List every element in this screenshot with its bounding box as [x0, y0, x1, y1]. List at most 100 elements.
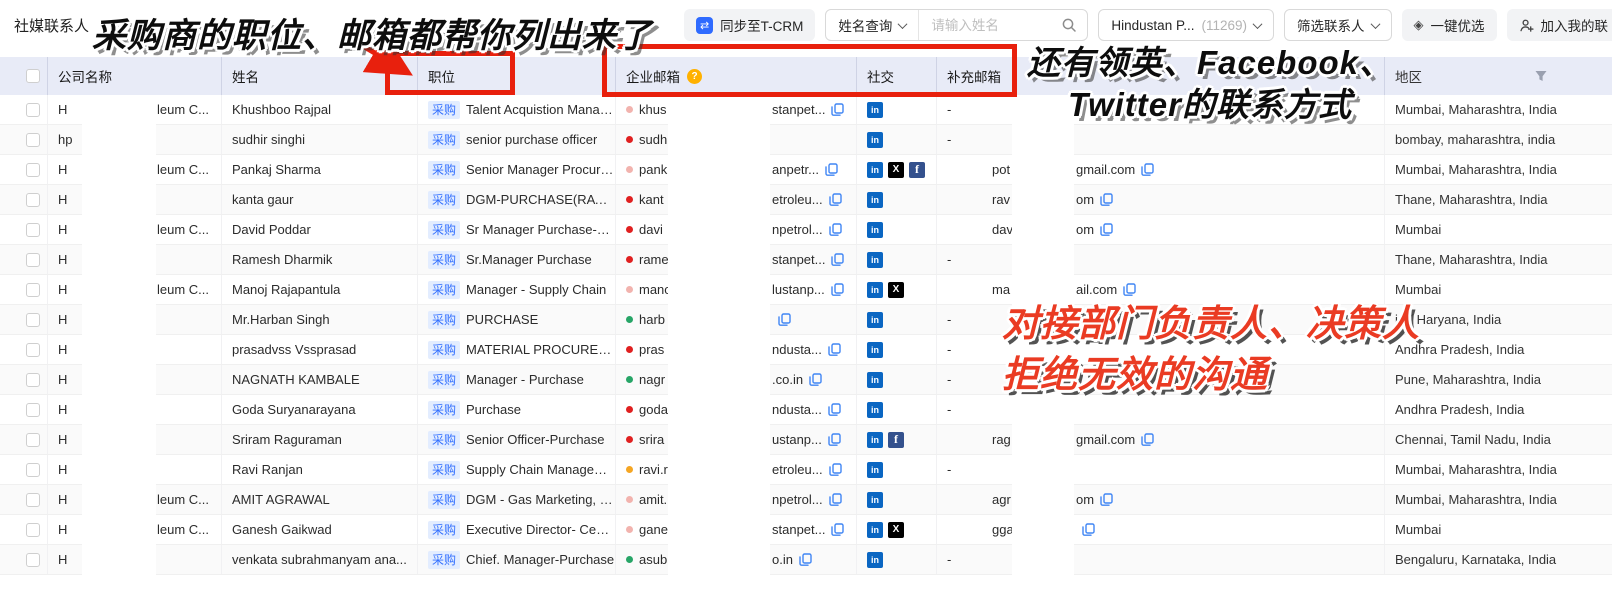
contact-name[interactable]: venkata subrahmanyam ana...: [222, 545, 418, 574]
select-all-checkbox[interactable]: [26, 69, 40, 83]
linkedin-icon[interactable]: in: [867, 132, 883, 148]
filter-contacts-dropdown[interactable]: 筛选联系人: [1284, 9, 1392, 41]
row-checkbox[interactable]: [26, 193, 40, 207]
linkedin-icon[interactable]: in: [867, 342, 883, 358]
company-name-suffix: leum C...: [157, 162, 209, 177]
linkedin-icon[interactable]: in: [867, 252, 883, 268]
contact-name[interactable]: prasadvss Vssprasad: [222, 335, 418, 364]
copy-icon[interactable]: [829, 493, 842, 506]
search-icon[interactable]: [1061, 17, 1087, 33]
header-company[interactable]: 公司名称: [48, 57, 222, 95]
row-checkbox[interactable]: [26, 223, 40, 237]
linkedin-icon[interactable]: in: [867, 282, 883, 298]
contact-name[interactable]: Manoj Rajapantula: [222, 275, 418, 304]
x-icon[interactable]: X: [888, 282, 904, 298]
contact-name[interactable]: NAGNATH KAMBALE: [222, 365, 418, 394]
copy-icon[interactable]: [1100, 193, 1113, 206]
linkedin-icon[interactable]: in: [867, 552, 883, 568]
facebook-icon[interactable]: f: [888, 432, 904, 448]
copy-icon[interactable]: [1100, 493, 1113, 506]
contact-name[interactable]: Ganesh Gaikwad: [222, 515, 418, 544]
linkedin-icon[interactable]: in: [867, 372, 883, 388]
contact-name[interactable]: Ravi Ranjan: [222, 455, 418, 484]
linkedin-icon[interactable]: in: [867, 432, 883, 448]
linkedin-icon[interactable]: in: [867, 102, 883, 118]
highlight-box-email-columns: [602, 44, 1017, 97]
one-click-optimize-button[interactable]: ◈ 一键优选: [1402, 9, 1497, 41]
x-icon[interactable]: X: [888, 162, 904, 178]
row-checkbox[interactable]: [26, 103, 40, 117]
row-checkbox[interactable]: [26, 373, 40, 387]
copy-icon[interactable]: [831, 103, 844, 116]
row-checkbox[interactable]: [26, 343, 40, 357]
region: Bengaluru, Karnataka, India: [1385, 545, 1612, 574]
copy-icon[interactable]: [828, 403, 841, 416]
job-title: Talent Acquistion Manager: [466, 102, 615, 117]
company-filter-dropdown[interactable]: Hindustan P... (11269): [1098, 9, 1274, 41]
search-input[interactable]: [919, 18, 1061, 33]
copy-icon[interactable]: [1141, 433, 1154, 446]
row-checkbox[interactable]: [26, 253, 40, 267]
social-icons: in: [857, 215, 937, 244]
contact-name[interactable]: Goda Suryanarayana: [222, 395, 418, 424]
contact-name[interactable]: David Poddar: [222, 215, 418, 244]
copy-icon[interactable]: [831, 523, 844, 536]
x-icon[interactable]: X: [888, 522, 904, 538]
contact-name[interactable]: Pankaj Sharma: [222, 155, 418, 184]
filter-funnel-icon[interactable]: [1534, 69, 1548, 83]
table-row: H Ravi Ranjan 采购 Supply Chain Manageme..…: [0, 455, 1612, 485]
linkedin-icon[interactable]: in: [867, 162, 883, 178]
row-checkbox[interactable]: [26, 133, 40, 147]
email-prefix: sudh: [639, 132, 667, 147]
linkedin-icon[interactable]: in: [867, 402, 883, 418]
copy-icon[interactable]: [1141, 163, 1154, 176]
job-title-cell: 采购 DGM - Gas Marketing, G...: [418, 485, 616, 514]
contact-name[interactable]: Mr.Harban Singh: [222, 305, 418, 334]
row-checkbox[interactable]: [26, 553, 40, 567]
copy-icon[interactable]: [825, 163, 838, 176]
copy-icon[interactable]: [799, 553, 812, 566]
row-checkbox[interactable]: [26, 283, 40, 297]
row-checkbox-cell: [0, 515, 48, 544]
copy-icon[interactable]: [831, 283, 844, 296]
linkedin-icon[interactable]: in: [867, 312, 883, 328]
linkedin-icon[interactable]: in: [867, 192, 883, 208]
email-status-dot: [626, 436, 633, 443]
linkedin-icon[interactable]: in: [867, 462, 883, 478]
linkedin-icon[interactable]: in: [867, 522, 883, 538]
copy-icon[interactable]: [1123, 283, 1136, 296]
contact-name[interactable]: Sriram Raguraman: [222, 425, 418, 454]
contact-name[interactable]: AMIT AGRAWAL: [222, 485, 418, 514]
copy-icon[interactable]: [1100, 223, 1113, 236]
copy-icon[interactable]: [828, 343, 841, 356]
row-checkbox[interactable]: [26, 523, 40, 537]
copy-icon[interactable]: [829, 223, 842, 236]
contact-name[interactable]: Ramesh Dharmik: [222, 245, 418, 274]
copy-icon[interactable]: [1082, 523, 1095, 536]
search-type-dropdown[interactable]: 姓名查询: [826, 10, 919, 40]
copy-icon[interactable]: [829, 463, 842, 476]
sync-to-tcrm-button[interactable]: ⇄ 同步至T-CRM: [684, 9, 815, 41]
copy-icon[interactable]: [831, 253, 844, 266]
linkedin-icon[interactable]: in: [867, 222, 883, 238]
copy-icon[interactable]: [809, 373, 822, 386]
row-checkbox[interactable]: [26, 433, 40, 447]
add-to-my-contacts-button[interactable]: 加入我的联: [1507, 9, 1612, 41]
contact-name[interactable]: Khushboo Rajpal: [222, 95, 418, 124]
extra-email-empty: -: [947, 552, 951, 567]
linkedin-icon[interactable]: in: [867, 492, 883, 508]
contact-name[interactable]: sudhir singhi: [222, 125, 418, 154]
contact-name[interactable]: kanta gaur: [222, 185, 418, 214]
job-title: PURCHASE: [466, 312, 538, 327]
row-checkbox[interactable]: [26, 403, 40, 417]
row-checkbox[interactable]: [26, 463, 40, 477]
row-checkbox[interactable]: [26, 163, 40, 177]
row-checkbox[interactable]: [26, 313, 40, 327]
row-checkbox[interactable]: [26, 493, 40, 507]
social-icons: in X: [857, 275, 937, 304]
copy-icon[interactable]: [829, 193, 842, 206]
copy-icon[interactable]: [778, 313, 791, 326]
extra-email-empty: -: [947, 342, 951, 357]
copy-icon[interactable]: [828, 433, 841, 446]
facebook-icon[interactable]: f: [909, 162, 925, 178]
